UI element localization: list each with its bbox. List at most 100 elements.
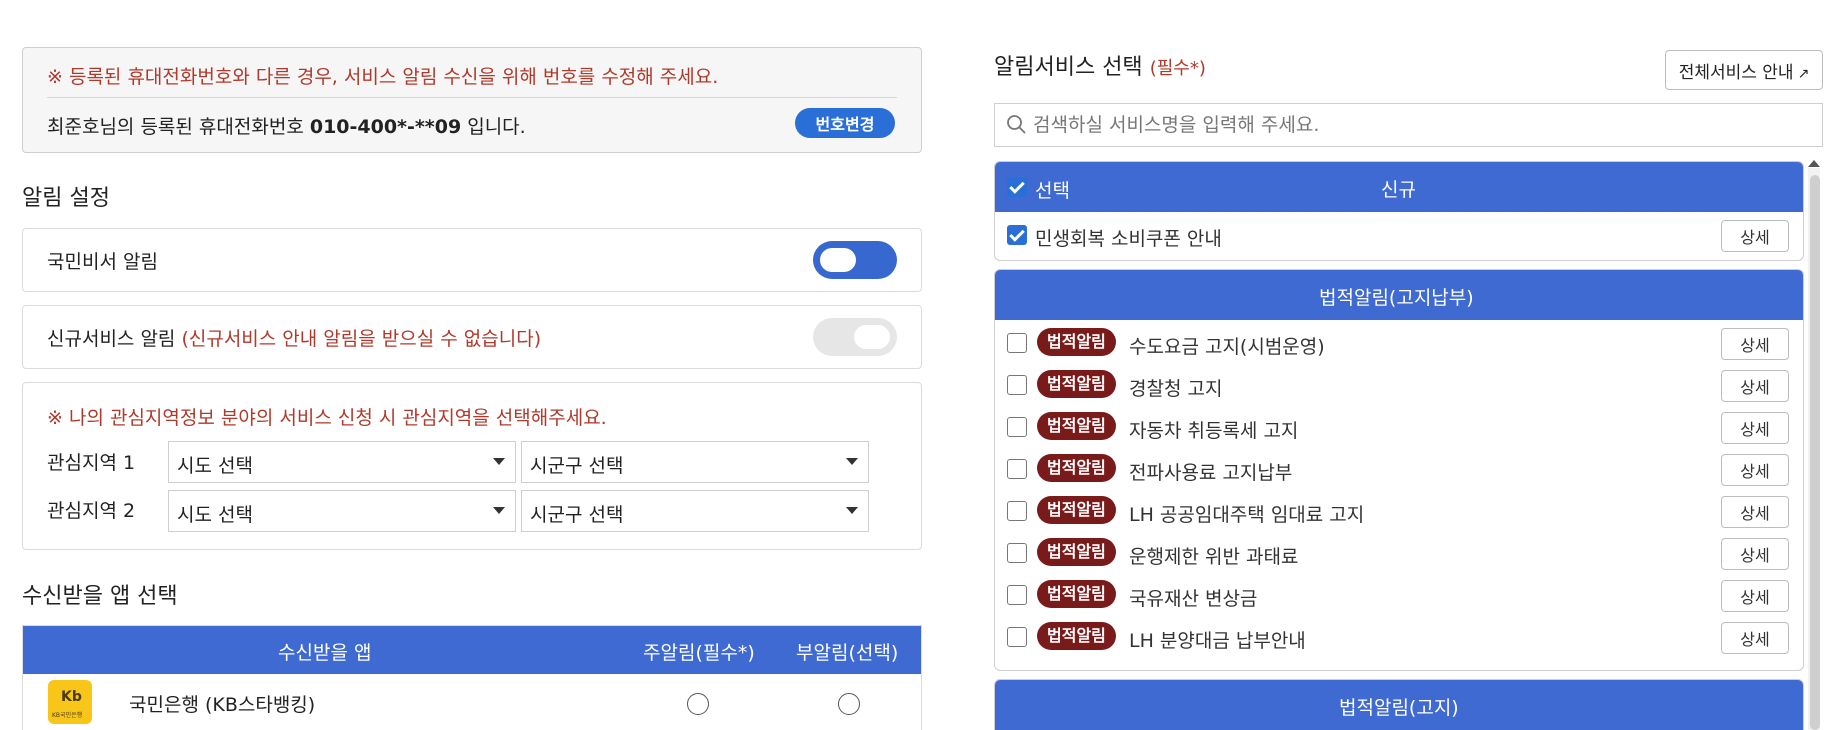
service-checkbox[interactable] [1007,585,1027,605]
group-title: 신규 [1381,179,1416,201]
registered-phone-text: 최준호님의 등록된 휴대전화번호 010-400*-**09 입니다. [47,112,526,139]
toggle-knob [854,325,890,349]
group-title: 법적알림(고지납부) [1319,287,1474,309]
service-group-legal-notice: 법적알림(고지) [994,679,1804,730]
service-group-legal-payment: 법적알림(고지납부) 법적알림 수도요금 고지(시범운영) 상세 법적알림 경찰… [994,269,1804,671]
alarm-settings-title: 알림 설정 [22,186,110,211]
app-table-header: 수신받을 앱 주알림(필수*) 부알림(선택) [23,626,921,674]
legal-badge: 법적알림 [1037,538,1116,566]
list-item: 법적알림 수도요금 고지(시범운영) 상세 [995,322,1803,364]
region-2-sigungu-select[interactable]: 시군구 선택 [521,490,869,532]
service-select-title: 알림서비스 선택 (필수*) [994,49,1206,81]
service-checkbox[interactable] [1007,543,1027,563]
select-value: 시도 선택 [177,455,253,477]
new-service-label-text: 신규서비스 알림 [47,328,182,350]
primary-alarm-radio[interactable] [687,693,709,715]
new-service-alarm-row: 신규서비스 알림 (신규서비스 안내 알림을 받으실 수 없습니다) [22,305,922,369]
legal-badge: 법적알림 [1037,412,1116,440]
legal-badge: 법적알림 [1037,454,1116,482]
secretary-alarm-toggle[interactable] [813,241,897,279]
service-name: 수도요금 고지(시범운영) [1129,336,1325,358]
legal-badge: 법적알림 [1037,580,1116,608]
new-service-note: (신규서비스 안내 알림을 받으실 수 없습니다) [181,328,542,350]
secretary-alarm-label: 국민비서 알림 [47,251,158,273]
detail-button[interactable]: 상세 [1721,538,1789,570]
list-item: 법적알림 운행제한 위반 과태료 상세 [995,532,1803,574]
service-name: 국유재산 변상금 [1129,588,1258,610]
kb-bank-logo: Kb KB국민은행 [48,680,92,724]
select-all-checkbox[interactable] [1007,177,1027,197]
secretary-alarm-row: 국민비서 알림 [22,228,922,292]
detail-button[interactable]: 상세 [1721,220,1789,252]
region-box: ※ 나의 관심지역정보 분야의 서비스 신청 시 관심지역을 선택해주세요. 관… [22,382,922,550]
service-checkbox[interactable] [1007,417,1027,437]
region-1-sido-select[interactable]: 시도 선택 [168,441,516,483]
region-2-label: 관심지역 2 [47,500,136,522]
detail-button[interactable]: 상세 [1721,622,1789,654]
detail-button[interactable]: 상세 [1721,580,1789,612]
phone-suffix: 입니다. [461,116,526,138]
service-checkbox[interactable] [1007,225,1027,245]
service-checkbox[interactable] [1007,375,1027,395]
logo-subtext: KB국민은행 [52,712,83,719]
list-item: 법적알림 경찰청 고지 상세 [995,364,1803,406]
app-select-title: 수신받을 앱 선택 [22,584,178,609]
secondary-alarm-radio[interactable] [838,693,860,715]
table-row: Kb KB국민은행 국민은행 (KB스타뱅킹) [23,674,921,730]
list-item: 민생회복 소비쿠폰 안내 상세 [995,214,1803,256]
phone-prefix: 최준호님의 등록된 휴대전화번호 [47,116,310,138]
app-table: 수신받을 앱 주알림(필수*) 부알림(선택) Kb KB국민은행 국민은행 (… [22,625,922,730]
legal-badge: 법적알림 [1037,622,1116,650]
required-mark: (필수*) [1149,58,1206,79]
col-primary: 주알림(필수*) [643,642,755,664]
service-search [994,103,1823,147]
list-item: 법적알림 LH 공공임대주택 임대료 고지 상세 [995,490,1803,532]
change-number-button[interactable]: 번호변경 [795,108,895,138]
service-group-new: 선택 신규 민생회복 소비쿠폰 안내 상세 [994,161,1804,261]
legal-badge: 법적알림 [1037,328,1116,356]
service-name: 자동차 취등록세 고지 [1129,420,1299,442]
group-header: 법적알림(고지납부) [995,270,1803,320]
region-2-sido-select[interactable]: 시도 선택 [168,490,516,532]
list-item: 법적알림 국유재산 변상금 상세 [995,574,1803,616]
service-name: LH 공공임대주택 임대료 고지 [1129,504,1365,526]
logo-mark: Kb [61,689,82,705]
scrollbar-thumb[interactable] [1810,175,1820,730]
service-checkbox[interactable] [1007,459,1027,479]
region-1-sigungu-select[interactable]: 시군구 선택 [521,441,869,483]
new-service-alarm-label: 신규서비스 알림 (신규서비스 안내 알림을 받으실 수 없습니다) [47,324,541,351]
region-warning-text: ※ 나의 관심지역정보 분야의 서비스 신청 시 관심지역을 선택해주세요. [47,407,607,429]
phone-number: 010-400*-**09 [309,116,462,138]
new-service-alarm-toggle[interactable] [813,318,897,356]
detail-button[interactable]: 상세 [1721,496,1789,528]
service-title-text: 알림서비스 선택 [994,55,1143,80]
service-checkbox[interactable] [1007,501,1027,521]
caret-down-icon [846,507,858,514]
search-icon [1007,115,1026,134]
service-checkbox[interactable] [1007,627,1027,647]
service-name: 민생회복 소비쿠폰 안내 [1035,228,1222,250]
list-item: 법적알림 전파사용료 고지납부 상세 [995,448,1803,490]
detail-button[interactable]: 상세 [1721,412,1789,444]
group-title: 법적알림(고지) [1339,697,1459,719]
detail-button[interactable]: 상세 [1721,370,1789,402]
app-name: 국민은행 (KB스타뱅킹) [129,694,316,716]
phone-warning-text: ※ 등록된 휴대전화번호와 다른 경우, 서비스 알림 수신을 위해 번호를 수… [47,66,719,88]
service-checkbox[interactable] [1007,333,1027,353]
select-all-label: 선택 [1035,180,1070,202]
col-app: 수신받을 앱 [278,642,372,664]
select-value: 시도 선택 [177,504,253,526]
scroll-up-arrow-icon[interactable] [1808,160,1820,167]
all-services-button[interactable]: 전체서비스 안내 ↗ [1665,50,1823,90]
list-item: 법적알림 자동차 취등록세 고지 상세 [995,406,1803,448]
service-name: LH 분양대금 납부안내 [1129,630,1306,652]
select-value: 시군구 선택 [530,504,624,526]
divider [47,97,897,98]
service-name: 전파사용료 고지납부 [1129,462,1293,484]
region-1-label: 관심지역 1 [47,452,136,474]
detail-button[interactable]: 상세 [1721,454,1789,486]
toggle-knob [820,248,856,272]
col-secondary: 부알림(선택) [796,642,899,664]
search-input[interactable] [1033,110,1813,140]
detail-button[interactable]: 상세 [1721,328,1789,360]
